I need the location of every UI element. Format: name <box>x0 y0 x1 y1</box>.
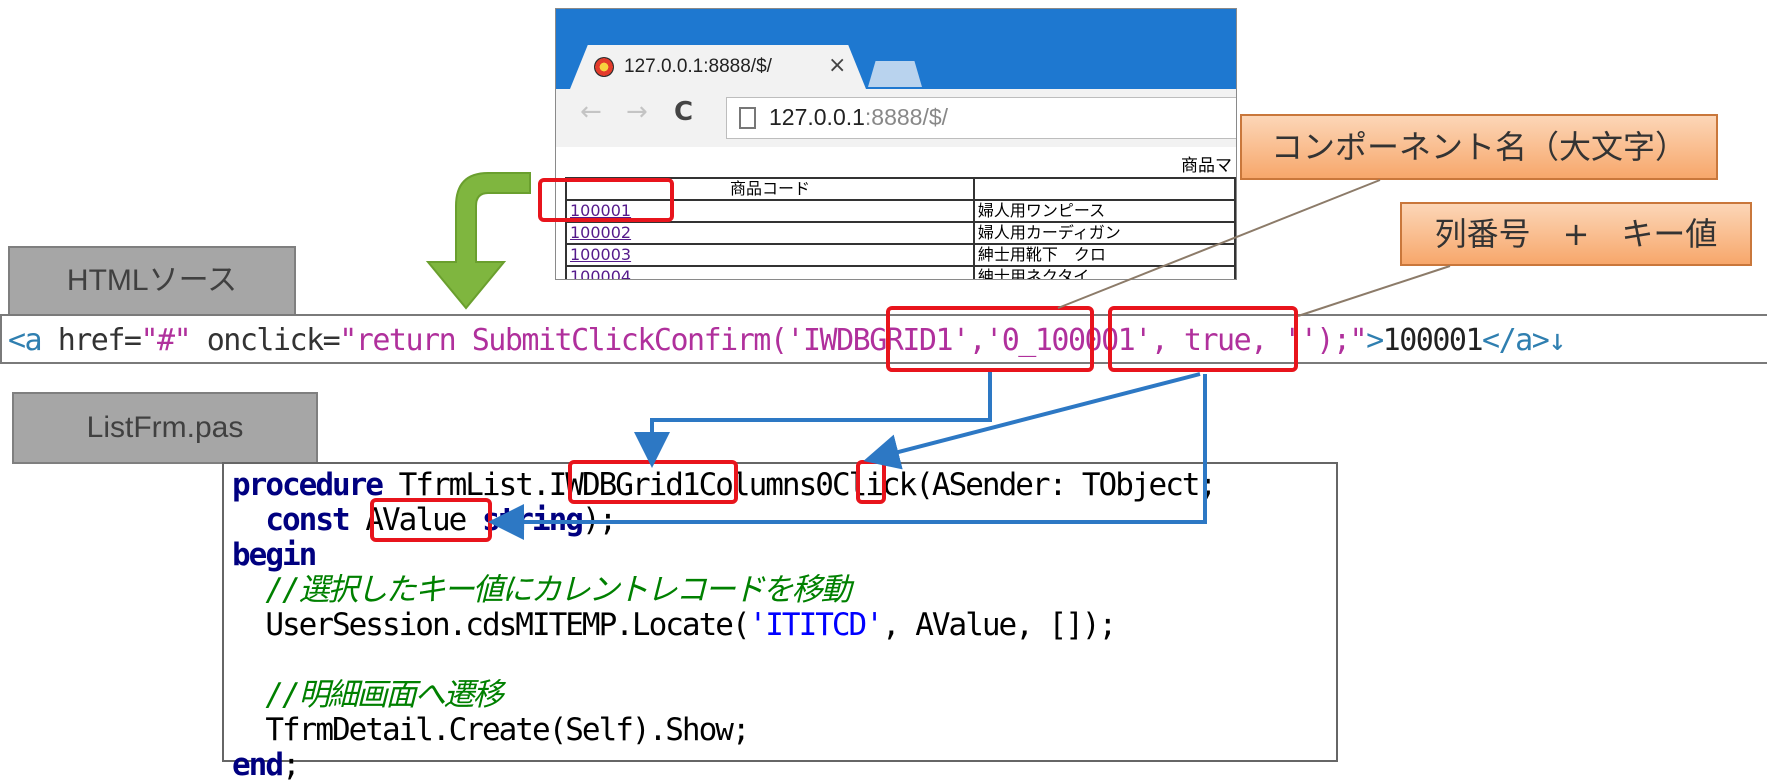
key-connector-line <box>1297 265 1451 317</box>
component-connector-line <box>1057 179 1381 309</box>
green-bent-arrow-icon <box>425 172 531 310</box>
key-to-column-arrow <box>863 372 1201 470</box>
annotation-overlay <box>425 172 1451 540</box>
key-to-avalue-arrow <box>488 374 1207 540</box>
